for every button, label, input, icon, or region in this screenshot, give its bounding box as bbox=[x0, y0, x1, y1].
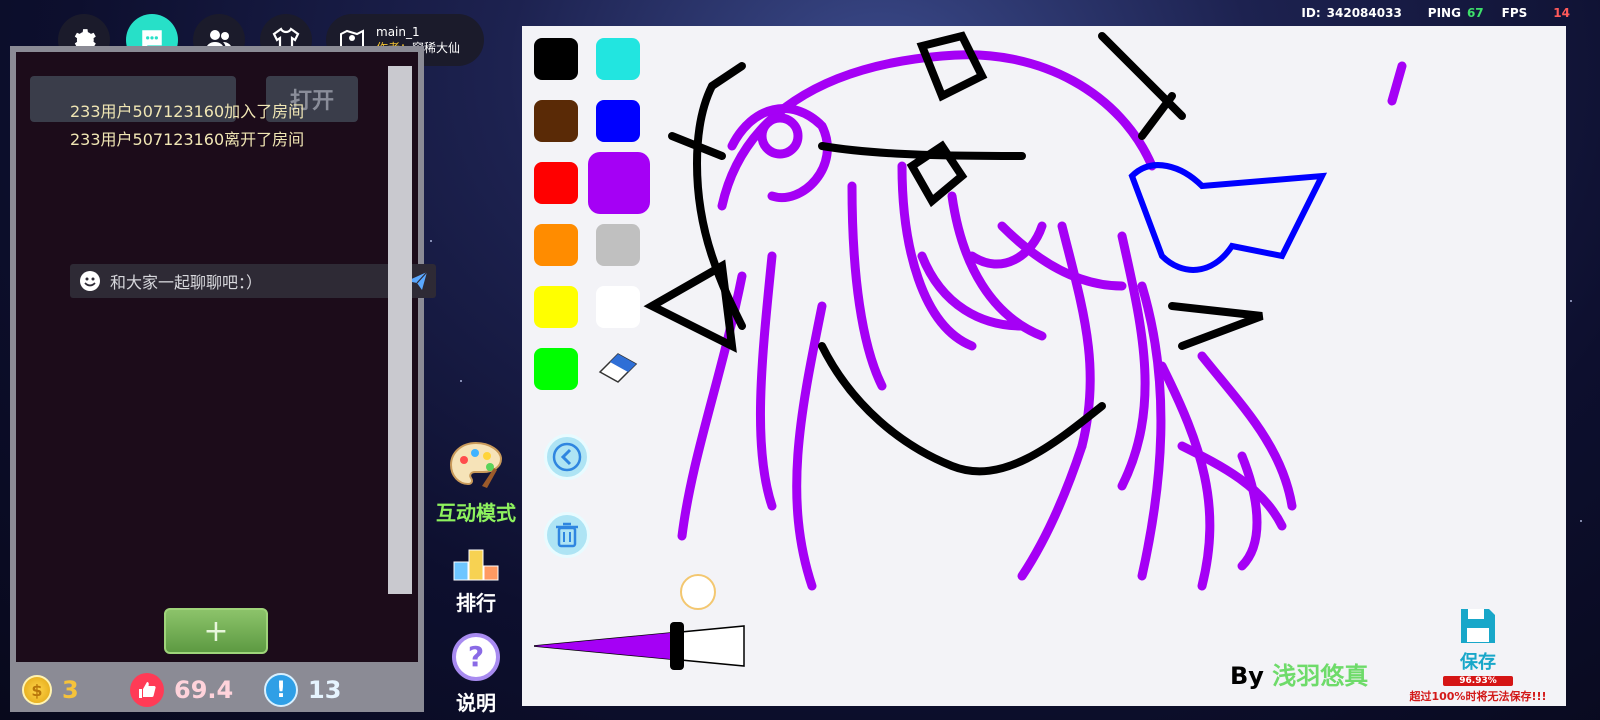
color-swatch-white[interactable] bbox=[596, 286, 640, 328]
color-swatch-yellow[interactable] bbox=[534, 286, 578, 328]
coin-icon: $ bbox=[22, 675, 52, 705]
interactive-mode-label: 互动模式 bbox=[436, 501, 516, 525]
interactive-mode-button[interactable]: 互动模式 bbox=[436, 440, 516, 526]
color-swatch-black[interactable] bbox=[534, 38, 578, 80]
color-swatch-blue[interactable] bbox=[596, 100, 640, 142]
color-swatch-purple-selected[interactable] bbox=[588, 152, 650, 214]
brush-size-slider[interactable] bbox=[533, 622, 746, 674]
color-swatch-gray[interactable] bbox=[596, 224, 640, 266]
hud-stats: ID: 342084033 PING 67 FPS 14 bbox=[1301, 6, 1570, 20]
save-warning: 超过100%时将无法保存!!! bbox=[1409, 690, 1547, 703]
palette-icon bbox=[449, 441, 503, 488]
help-button[interactable]: ? 说明 bbox=[436, 632, 516, 716]
byline-prefix: By bbox=[1230, 662, 1264, 690]
fps-value: 14 bbox=[1553, 6, 1570, 20]
floppy-disk-icon bbox=[1461, 609, 1495, 643]
save-label: 保存 bbox=[1460, 652, 1496, 673]
plus-icon: + bbox=[203, 613, 229, 649]
chat-log: 打开 233用户507123160加入了房间 233用户507123160离开了… bbox=[16, 52, 436, 662]
podium-icon bbox=[453, 549, 499, 581]
byline-name: 浅羽悠真 bbox=[1272, 662, 1369, 690]
chat-scrollbar[interactable] bbox=[388, 66, 412, 594]
coins-value: 3 bbox=[62, 676, 79, 704]
chat-panel: 打开 233用户507123160加入了房间 233用户507123160离开了… bbox=[10, 46, 436, 668]
thumbs-up-icon bbox=[130, 673, 164, 707]
trash-icon bbox=[556, 522, 578, 548]
color-swatch-brown[interactable] bbox=[534, 100, 578, 142]
undo-button[interactable] bbox=[544, 434, 590, 480]
save-progress: 96.93% bbox=[1443, 676, 1513, 686]
reports-value: 13 bbox=[308, 676, 342, 704]
ping-value: 67 bbox=[1466, 6, 1484, 20]
id-value: 342084033 bbox=[1326, 6, 1402, 20]
slider-handle[interactable] bbox=[670, 622, 684, 670]
reports-stat: ! 13 bbox=[264, 673, 341, 707]
help-label: 说明 bbox=[456, 691, 496, 715]
clear-canvas-button[interactable] bbox=[544, 512, 590, 558]
chat-message: 233用户507123160加入了房间 bbox=[70, 102, 305, 121]
svg-text:?: ? bbox=[468, 640, 484, 673]
map-name: main_1 bbox=[376, 25, 420, 39]
chat-input[interactable]: 和大家一起聊聊吧：） bbox=[70, 264, 436, 298]
save-button[interactable]: 保存 bbox=[1408, 606, 1548, 674]
eraser-icon bbox=[598, 353, 638, 383]
ranking-label: 排行 bbox=[456, 591, 496, 615]
brush-size-preview bbox=[680, 574, 716, 610]
drawing-canvas[interactable]: By 浅羽悠真 保存 96.93% 超过100%时将无法保存!!! bbox=[522, 26, 1566, 706]
save-area: 保存 96.93% 超过100%时将无法保存!!! bbox=[1408, 606, 1548, 704]
color-swatch-orange[interactable] bbox=[534, 224, 578, 266]
eraser-button[interactable] bbox=[596, 350, 640, 388]
id-label: ID: bbox=[1301, 6, 1321, 20]
emoji-icon[interactable] bbox=[80, 271, 100, 291]
color-swatch-green[interactable] bbox=[534, 348, 578, 390]
byline: By 浅羽悠真 bbox=[1230, 656, 1368, 691]
add-button[interactable]: + bbox=[164, 608, 268, 654]
likes-stat: 69.4 bbox=[130, 673, 264, 707]
player-stats: $ 3 69.4 ! 13 bbox=[10, 668, 424, 712]
fps-label: FPS bbox=[1501, 6, 1528, 20]
color-swatch-cyan[interactable] bbox=[596, 38, 640, 80]
drawing-strokes bbox=[643, 31, 1407, 591]
likes-value: 69.4 bbox=[174, 676, 234, 704]
chat-message: 233用户507123160离开了房间 bbox=[70, 130, 305, 149]
exclamation-icon: ! bbox=[264, 673, 298, 707]
ranking-button[interactable]: 排行 bbox=[436, 546, 516, 616]
coins-stat: $ 3 bbox=[22, 675, 130, 705]
ping-label: PING bbox=[1427, 6, 1461, 20]
color-swatch-red[interactable] bbox=[534, 162, 578, 204]
chat-placeholder: 和大家一起聊聊吧：） bbox=[110, 273, 263, 292]
chevron-left-icon bbox=[552, 442, 582, 472]
question-icon: ? bbox=[452, 633, 500, 681]
